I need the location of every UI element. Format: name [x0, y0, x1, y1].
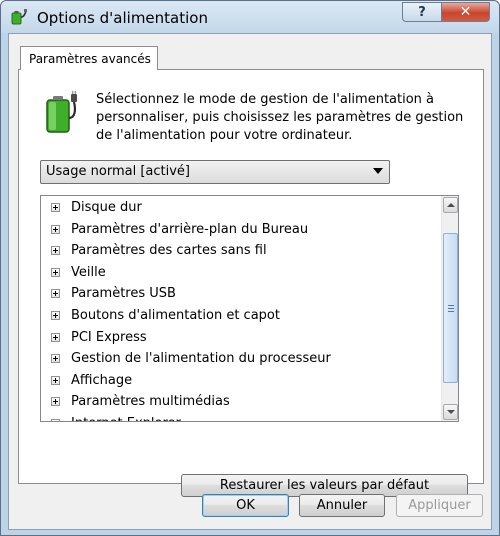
expand-plus-icon[interactable] [51, 203, 60, 212]
tree-item-label: Gestion de l'alimentation du processeur [71, 351, 331, 367]
scrollbar-thumb[interactable] [443, 233, 458, 383]
tree-item-label: Paramètres USB [71, 286, 176, 302]
dropdown-arrow-icon [373, 168, 383, 174]
tree-item[interactable]: Veille [41, 262, 436, 284]
cancel-button[interactable]: Annuler [299, 494, 385, 517]
tree-item[interactable]: Boutons d'alimentation et capot [41, 305, 436, 327]
tree-item-label: Disque dur [71, 200, 142, 215]
tree-item-label: Paramètres d'arrière-plan du Bureau [71, 221, 309, 237]
tree-item[interactable]: Affichage [41, 370, 436, 392]
power-options-icon [11, 9, 27, 25]
scroll-down-arrow-icon[interactable] [443, 404, 458, 420]
tree-item[interactable]: Paramètres USB [41, 283, 436, 305]
expand-plus-icon[interactable] [51, 289, 60, 299]
tree-item-label: Boutons d'alimentation et capot [71, 307, 280, 323]
expand-plus-icon[interactable] [51, 375, 60, 385]
vertical-scrollbar[interactable] [441, 196, 458, 421]
power-options-dialog: Options d'alimentation ? ✕ Paramètres av… [0, 0, 500, 536]
restore-defaults-label: Restaurer les valeurs par défaut [219, 478, 430, 493]
expand-plus-icon[interactable] [51, 224, 60, 234]
expand-plus-icon[interactable] [51, 310, 60, 320]
instructions-text: Sélectionnez le mode de gestion de l'ali… [96, 92, 464, 143]
battery-plug-icon [46, 91, 77, 133]
tree-item-label: Internet Explorer [71, 416, 181, 421]
tree-item[interactable]: Paramètres des cartes sans fil [41, 240, 436, 262]
dialog-client-area: Paramètres avancés Sélectionnez le mode … [8, 33, 492, 530]
expand-plus-icon[interactable] [51, 397, 60, 407]
power-settings-tree[interactable]: Disque dur Paramètres d'arrière-plan du B… [40, 195, 459, 422]
tree-list: Disque dur Paramètres d'arrière-plan du B… [41, 197, 436, 421]
expand-plus-icon[interactable] [51, 267, 60, 277]
tree-item-label: Paramètres des cartes sans fil [71, 243, 267, 259]
tree-item[interactable]: Paramètres d'arrière-plan du Bureau [41, 219, 436, 241]
expand-plus-icon[interactable] [51, 418, 60, 421]
ok-button[interactable]: OK [202, 494, 289, 517]
tree-item-label: Veille [71, 264, 106, 280]
expand-plus-icon[interactable] [51, 332, 60, 342]
help-button[interactable]: ? [402, 2, 442, 22]
tree-item[interactable]: Paramètres multimédias [41, 391, 436, 413]
tree-item[interactable]: PCI Express [41, 327, 436, 349]
power-plan-select[interactable]: Usage normal [activé] [40, 160, 390, 184]
advanced-settings-panel: Sélectionnez le mode de gestion de l'ali… [18, 69, 484, 497]
window-title: Options d'alimentation [37, 9, 208, 27]
title-bar[interactable]: Options d'alimentation ? ✕ [1, 1, 499, 33]
close-button[interactable]: ✕ [441, 2, 490, 22]
tree-item[interactable]: Gestion de l'alimentation du processeur [41, 348, 436, 370]
scroll-up-arrow-icon[interactable] [443, 197, 458, 213]
tree-item-label: Paramètres multimédias [71, 394, 230, 410]
tree-item-label: Affichage [71, 372, 133, 388]
tree-item[interactable]: Internet Explorer [41, 413, 436, 421]
tree-item[interactable]: Disque dur [41, 197, 436, 219]
tree-item-label: PCI Express [71, 329, 147, 345]
apply-button[interactable]: Appliquer [396, 494, 483, 517]
tab-advanced-settings[interactable]: Paramètres avancés [20, 46, 158, 70]
expand-plus-icon[interactable] [51, 246, 60, 256]
scroll-grip-icon [448, 305, 454, 312]
expand-plus-icon[interactable] [51, 354, 60, 364]
power-plan-selected-value: Usage normal [activé] [46, 164, 190, 179]
